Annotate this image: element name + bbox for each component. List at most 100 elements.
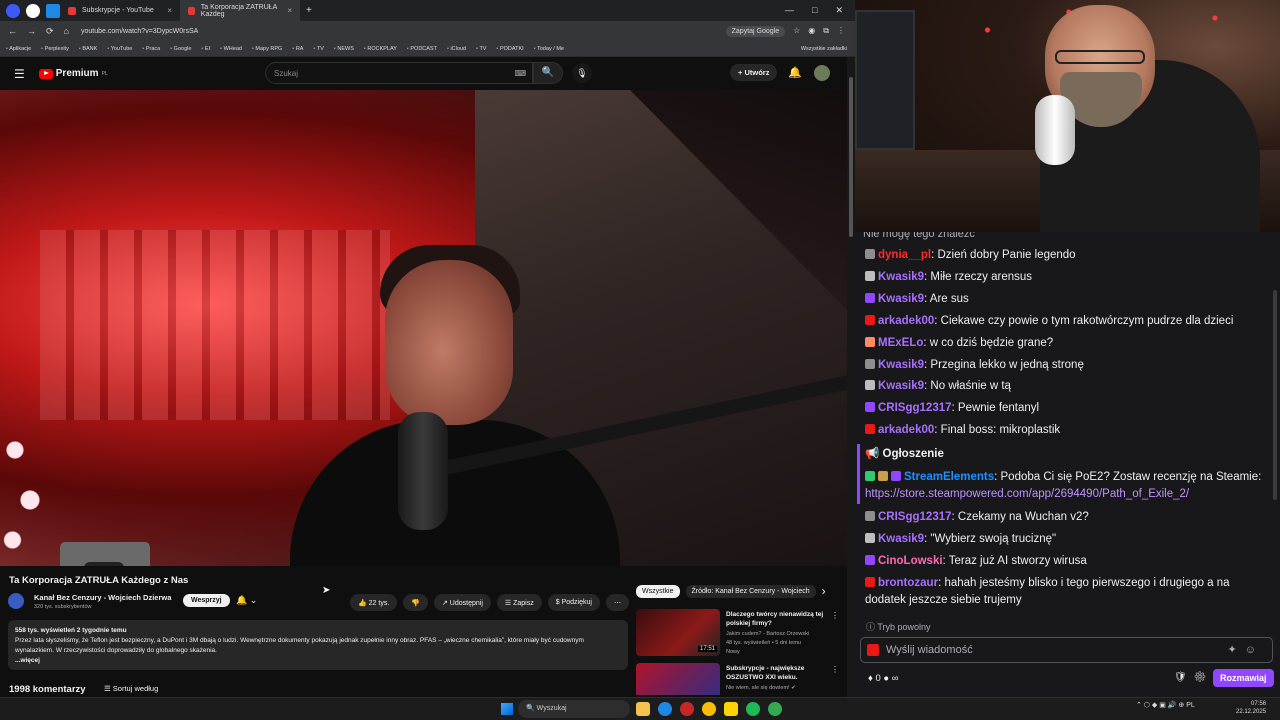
recommendation-item[interactable]: Subskrypcje - największe OSZUSTWO XXI wi… bbox=[636, 663, 841, 695]
chat-username[interactable]: arkadek00 bbox=[878, 424, 934, 436]
channel-name[interactable]: Kanał Bez Cenzury - Wojciech Dzierwa bbox=[34, 593, 171, 602]
chips-next-icon[interactable]: › bbox=[822, 584, 826, 598]
chrome-alt-icon[interactable] bbox=[768, 702, 782, 716]
chat-send-button[interactable]: Rozmawiaj bbox=[1213, 669, 1274, 687]
support-button[interactable]: Wesprzyj bbox=[183, 594, 230, 607]
video-description[interactable]: 558 tys. wyświetleń 2 tygodnie temu Prze… bbox=[8, 620, 628, 670]
close-window-button[interactable]: ✕ bbox=[835, 5, 843, 16]
puzzle-icon[interactable]: ⧉ bbox=[823, 26, 829, 36]
tab-video[interactable]: Ta Korporacja ZATRUŁA Każdeg × bbox=[180, 0, 300, 21]
bookmark-item[interactable]: iCloud bbox=[447, 46, 466, 52]
chat-username[interactable]: dynia__pl bbox=[878, 249, 931, 261]
chat-scrollbar[interactable] bbox=[1273, 290, 1277, 500]
windows-start-icon[interactable] bbox=[501, 703, 513, 715]
bookmark-item[interactable]: WHead bbox=[220, 46, 242, 52]
chat-username[interactable]: MExELo bbox=[878, 337, 923, 349]
bookmark-item[interactable]: ROCKPLAY bbox=[364, 46, 397, 52]
tab-subscriptions[interactable]: Subskrypcje - YouTube × bbox=[60, 0, 180, 21]
profile-icon[interactable] bbox=[6, 3, 20, 18]
bookmark-item[interactable]: PODCAST bbox=[407, 46, 437, 52]
subscription-bell-icon[interactable]: 🔔 ⌄ bbox=[236, 595, 257, 606]
edge-icon[interactable] bbox=[658, 702, 672, 716]
star-icon[interactable]: ☆ bbox=[793, 26, 800, 36]
share-button[interactable]: ↗ Udostępnij bbox=[434, 594, 491, 611]
bookmark-item[interactable]: RA bbox=[292, 46, 304, 52]
thanks-button[interactable]: $ Podziękuj bbox=[547, 594, 600, 611]
notifications-bell-icon[interactable]: 🔔 bbox=[788, 66, 802, 79]
more-actions-button[interactable]: ⋯ bbox=[605, 594, 629, 611]
forward-button[interactable]: → bbox=[27, 26, 36, 37]
recommendation-title[interactable]: Subskrypcje - największe OSZUSTWO XXI wi… bbox=[726, 664, 831, 682]
close-tab-icon[interactable]: × bbox=[287, 6, 292, 15]
channel-points[interactable]: ♦ 0 ● ∞ bbox=[868, 673, 899, 684]
opera-icon[interactable] bbox=[680, 702, 694, 716]
docs-icon[interactable] bbox=[46, 3, 60, 18]
bookmark-item[interactable]: Praca bbox=[142, 46, 160, 52]
video-player[interactable] bbox=[0, 90, 847, 566]
search-button[interactable]: 🔍 bbox=[533, 62, 563, 84]
like-button[interactable]: 👍 22 tys. bbox=[350, 594, 398, 611]
emote-picker-icon[interactable]: ✦☺ bbox=[1228, 643, 1264, 656]
minimize-button[interactable]: — bbox=[785, 5, 794, 16]
extension-icon[interactable]: ◉ bbox=[808, 26, 815, 36]
bookmark-item[interactable]: Perplexity bbox=[41, 46, 69, 52]
ask-google-button[interactable]: Zapytaj Google bbox=[725, 25, 786, 37]
chat-username[interactable]: StreamElements bbox=[904, 471, 994, 483]
bookmark-item[interactable]: EI bbox=[201, 46, 210, 52]
search-input[interactable]: Szukaj ⌨ bbox=[265, 62, 533, 84]
chat-username[interactable]: Kwasik9 bbox=[878, 380, 924, 392]
more-icon[interactable]: ⋮ bbox=[831, 611, 839, 620]
chat-badge-icon[interactable] bbox=[867, 644, 879, 656]
video-thumbnail[interactable] bbox=[636, 663, 720, 695]
chip-source[interactable]: Źródło: Kanał Bez Cenzury - Wojciech bbox=[685, 584, 816, 598]
chrome-icon[interactable] bbox=[702, 702, 716, 716]
chat-username[interactable]: Kwasik9 bbox=[878, 533, 924, 545]
menu-icon[interactable]: ⋮ bbox=[837, 26, 845, 36]
spotify-icon[interactable] bbox=[746, 702, 760, 716]
bookmark-item[interactable]: YouTube bbox=[107, 46, 133, 52]
chat-username[interactable]: Kwasik9 bbox=[878, 359, 924, 371]
chat-username[interactable]: CRISgg12317 bbox=[878, 402, 952, 414]
chat-username[interactable]: Kwasik9 bbox=[878, 271, 924, 283]
recommendation-title[interactable]: Dlaczego twórcy nienawidzą tej polskiej … bbox=[726, 610, 831, 628]
all-bookmarks[interactable]: Wszystkie zakładki bbox=[801, 46, 855, 52]
chat-settings-icons[interactable]: 🛡⚙ bbox=[1174, 672, 1213, 683]
home-button[interactable]: ⌂ bbox=[64, 26, 69, 37]
bookmark-item[interactable]: PODATKI bbox=[496, 46, 524, 52]
bookmark-item[interactable]: TV bbox=[476, 46, 486, 52]
chat-username[interactable]: brontozaur bbox=[878, 577, 938, 589]
extension-icon[interactable] bbox=[26, 3, 40, 18]
youtube-logo[interactable]: Premium PL bbox=[38, 68, 108, 79]
bookmark-item[interactable]: BANK bbox=[79, 46, 97, 52]
announcement-link[interactable]: https://store.steampowered.com/app/26944… bbox=[865, 488, 1189, 500]
voice-search-icon[interactable]: 🎙 bbox=[572, 63, 592, 83]
dislike-button[interactable]: 👎 bbox=[403, 594, 428, 611]
more-icon[interactable]: ⋮ bbox=[831, 665, 839, 674]
save-button[interactable]: ☰ Zapisz bbox=[496, 594, 542, 611]
bookmark-item[interactable]: Mapy RPG bbox=[252, 46, 282, 52]
chat-input[interactable]: Wyślij wiadomość ✦☺ bbox=[860, 637, 1273, 663]
bookmark-item[interactable]: Today / Me bbox=[534, 46, 564, 52]
file-explorer-icon[interactable] bbox=[636, 702, 650, 716]
new-tab-button[interactable]: + bbox=[306, 5, 312, 16]
bookmark-item[interactable]: NEWS bbox=[334, 46, 354, 52]
chat-username[interactable]: CinoLowski bbox=[878, 555, 943, 567]
url-field[interactable]: youtube.com/watch?v=3DypcW0rsSA bbox=[81, 28, 726, 35]
avatar[interactable] bbox=[814, 65, 830, 81]
notes-icon[interactable] bbox=[724, 702, 738, 716]
close-tab-icon[interactable]: × bbox=[167, 6, 172, 15]
taskbar-search[interactable]: 🔍 Wyszukaj bbox=[518, 700, 630, 718]
menu-icon[interactable]: ☰ bbox=[14, 67, 25, 81]
system-tray[interactable]: ⌃ ⬡ ◆ ▣ 🔊 ⊕ PL bbox=[1136, 701, 1195, 709]
sort-button[interactable]: ☰ Sortuj według bbox=[104, 684, 158, 693]
page-scrollbar[interactable] bbox=[847, 57, 855, 697]
reload-button[interactable]: ⟳ bbox=[46, 26, 54, 37]
clock[interactable]: 07:56 22.12.2025 bbox=[1236, 700, 1266, 716]
keyboard-icon[interactable]: ⌨ bbox=[514, 69, 526, 78]
create-button[interactable]: + Utwórz bbox=[730, 64, 778, 81]
maximize-button[interactable]: □ bbox=[812, 5, 817, 16]
back-button[interactable]: ← bbox=[8, 26, 17, 37]
bookmark-item[interactable]: Aplikacje bbox=[6, 46, 31, 52]
show-more-link[interactable]: ...więcej bbox=[15, 657, 40, 664]
chat-username[interactable]: Kwasik9 bbox=[878, 293, 924, 305]
